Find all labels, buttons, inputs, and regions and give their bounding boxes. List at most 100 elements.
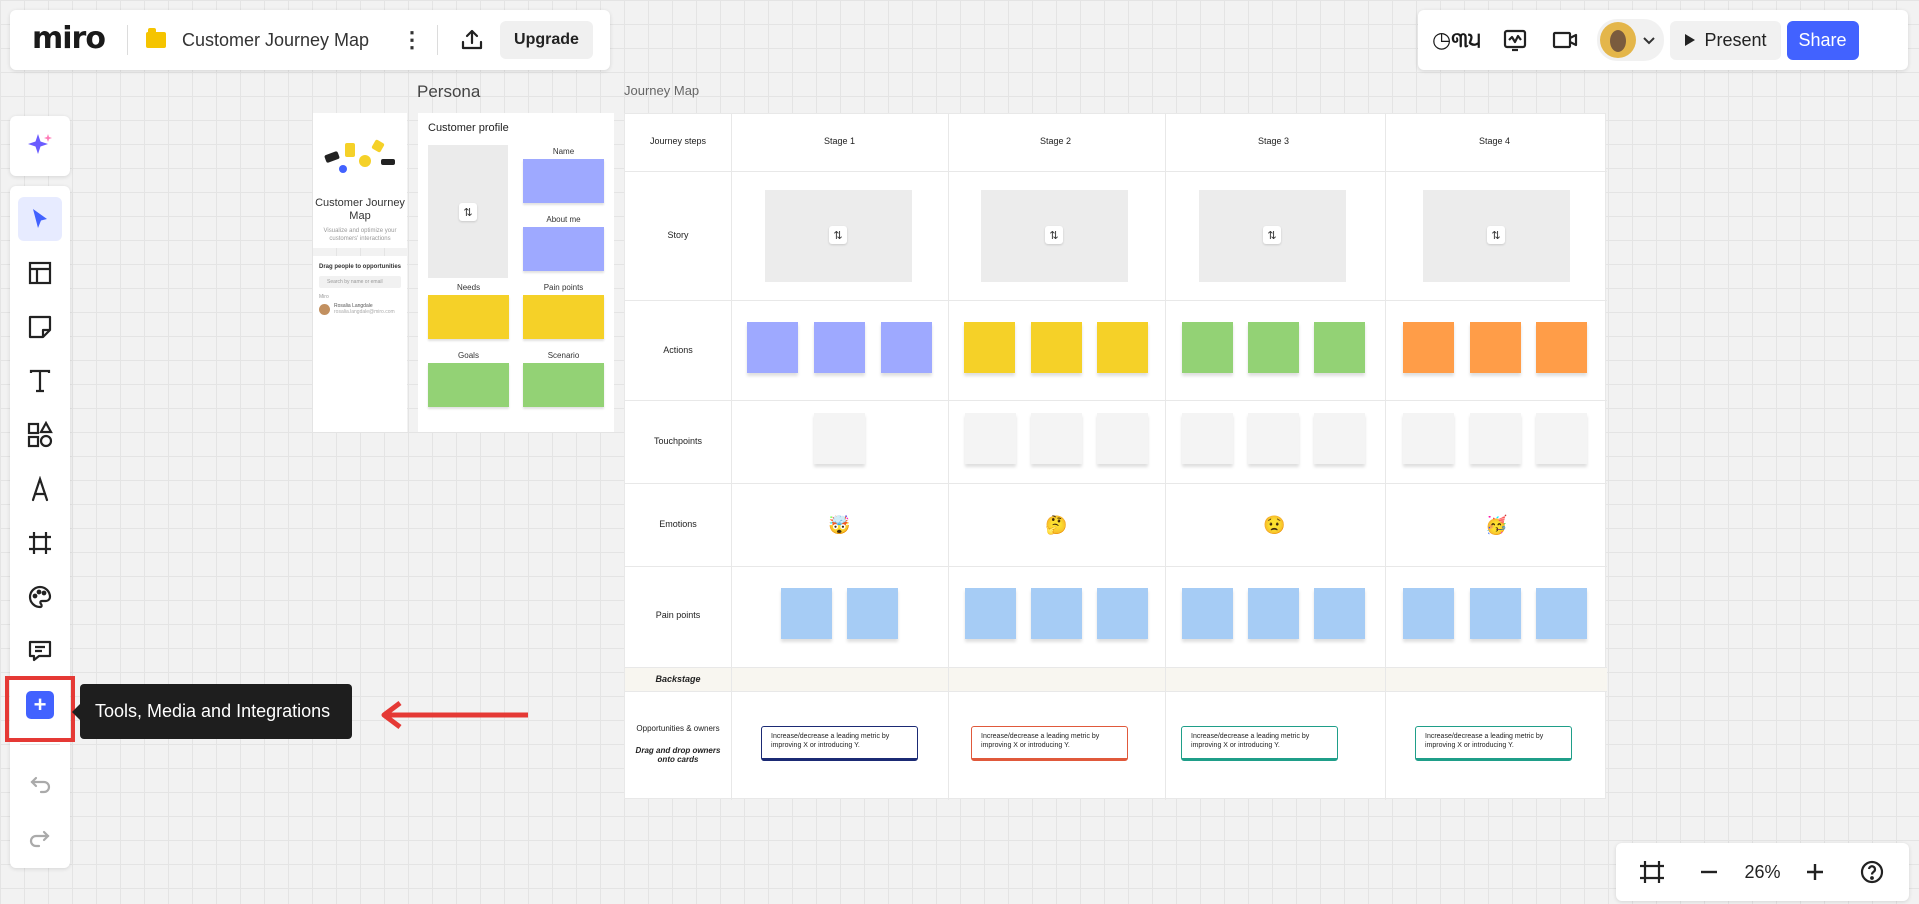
needs-sticky[interactable] (428, 295, 509, 339)
sticky-note-tool[interactable] (18, 305, 62, 349)
action-sticky[interactable] (964, 322, 1015, 373)
shapes-tool[interactable] (18, 413, 62, 457)
reactions-timer-icon[interactable]: ◷୩੫ (1426, 28, 1487, 53)
row-divider (625, 566, 1607, 567)
comment-tool[interactable] (18, 629, 62, 673)
frame-tool[interactable] (18, 521, 62, 565)
customer-profile-card[interactable]: Customer profile ⇅ Name About me Needs P… (418, 113, 614, 432)
row-label-backstage: Backstage (655, 674, 701, 684)
sparkle-icon[interactable] (25, 131, 55, 161)
zoom-in-button[interactable] (1793, 850, 1837, 894)
swap-image-icon[interactable]: ⇅ (1487, 226, 1505, 244)
select-tool[interactable] (18, 197, 62, 241)
undo-button[interactable] (18, 762, 62, 806)
help-button[interactable] (1850, 850, 1894, 894)
text-tool[interactable] (18, 359, 62, 403)
opportunity-card[interactable]: Increase/decrease a leading metric by im… (971, 726, 1128, 761)
profile-photo-placeholder[interactable]: ⇅ (428, 145, 508, 278)
swap-image-icon[interactable]: ⇅ (459, 203, 477, 221)
name-sticky[interactable] (523, 159, 604, 203)
pain-point-sticky[interactable] (1248, 588, 1299, 639)
touchpoint-sticky[interactable] (965, 413, 1016, 464)
emotion-emoji[interactable]: 😟 (1263, 516, 1285, 534)
export-button[interactable] (450, 18, 494, 62)
opportunity-card[interactable]: Increase/decrease a leading metric by im… (1415, 726, 1572, 761)
story-image-placeholder[interactable]: ⇅ (1199, 190, 1346, 282)
frame-fit-icon (1640, 861, 1665, 883)
miro-logo[interactable]: miro (20, 21, 115, 60)
action-sticky[interactable] (1403, 322, 1454, 373)
touchpoint-sticky[interactable] (1403, 413, 1454, 464)
activity-button[interactable] (1493, 18, 1537, 62)
pain-point-sticky[interactable] (965, 588, 1016, 639)
action-sticky[interactable] (1314, 322, 1365, 373)
swap-image-icon[interactable]: ⇅ (1263, 226, 1281, 244)
board-menu-button[interactable]: ⋮ (399, 29, 425, 51)
action-sticky[interactable] (1536, 322, 1587, 373)
action-sticky[interactable] (1031, 322, 1082, 373)
goals-sticky[interactable] (428, 363, 509, 407)
zoom-level[interactable]: 26% (1744, 862, 1780, 883)
action-sticky[interactable] (1182, 322, 1233, 373)
stage-header[interactable]: Stage 1 (824, 136, 855, 146)
story-image-placeholder[interactable]: ⇅ (1423, 190, 1570, 282)
stage-header[interactable]: Stage 3 (1258, 136, 1289, 146)
action-sticky[interactable] (881, 322, 932, 373)
stage-header[interactable]: Stage 4 (1479, 136, 1510, 146)
emotion-emoji[interactable]: 🤔 (1045, 516, 1067, 534)
pain-point-sticky[interactable] (1182, 588, 1233, 639)
stage-header[interactable]: Stage 2 (1040, 136, 1071, 146)
play-icon (1685, 34, 1696, 46)
person-item[interactable]: Rosalia Langdale rosalia.langdale@miro.c… (319, 303, 401, 315)
opportunity-card[interactable]: Increase/decrease a leading metric by im… (761, 726, 918, 761)
present-button[interactable]: Present (1670, 20, 1781, 60)
user-menu[interactable] (1597, 19, 1665, 61)
action-sticky[interactable] (814, 322, 865, 373)
story-image-placeholder[interactable]: ⇅ (981, 190, 1128, 282)
persona-frame-label[interactable]: Persona (417, 82, 480, 102)
about-sticky[interactable] (523, 227, 604, 271)
opportunity-card[interactable]: Increase/decrease a leading metric by im… (1181, 726, 1338, 761)
template-cover-card[interactable]: Customer Journey Map Visualize and optim… (313, 113, 407, 248)
touchpoint-sticky[interactable] (1182, 413, 1233, 464)
swap-image-icon[interactable]: ⇅ (829, 226, 847, 244)
action-sticky[interactable] (1248, 322, 1299, 373)
touchpoint-sticky[interactable] (1314, 413, 1365, 464)
pen-tool[interactable] (18, 467, 62, 511)
pain-point-sticky[interactable] (847, 588, 898, 639)
touchpoint-sticky[interactable] (1031, 413, 1082, 464)
journey-map-frame-label[interactable]: Journey Map (624, 83, 699, 98)
pain-point-sticky[interactable] (1470, 588, 1521, 639)
swap-image-icon[interactable]: ⇅ (1045, 226, 1063, 244)
redo-button[interactable] (18, 816, 62, 860)
board-title[interactable]: Customer Journey Map (182, 30, 369, 51)
pain-point-sticky[interactable] (1536, 588, 1587, 639)
pain-point-sticky[interactable] (781, 588, 832, 639)
emotion-emoji[interactable]: 🤯 (828, 516, 850, 534)
people-search-input[interactable]: Search by name or email (319, 276, 401, 288)
touchpoint-sticky[interactable] (814, 413, 865, 464)
emotion-emoji[interactable]: 🥳 (1485, 516, 1507, 534)
row-label-actions: Actions (663, 345, 693, 355)
touchpoint-sticky[interactable] (1097, 413, 1148, 464)
touchpoint-sticky[interactable] (1536, 413, 1587, 464)
action-sticky[interactable] (1470, 322, 1521, 373)
fit-to-screen-button[interactable] (1630, 850, 1674, 894)
action-sticky[interactable] (1097, 322, 1148, 373)
story-image-placeholder[interactable]: ⇅ (765, 190, 912, 282)
video-call-button[interactable] (1543, 18, 1587, 62)
pain-point-sticky[interactable] (1097, 588, 1148, 639)
pain-point-sticky[interactable] (1403, 588, 1454, 639)
templates-tool[interactable] (18, 251, 62, 295)
touchpoint-sticky[interactable] (1248, 413, 1299, 464)
touchpoint-sticky[interactable] (1470, 413, 1521, 464)
zoom-out-button[interactable] (1687, 850, 1731, 894)
upgrade-button[interactable]: Upgrade (500, 21, 593, 59)
pain-point-sticky[interactable] (1031, 588, 1082, 639)
pain-point-sticky[interactable] (1314, 588, 1365, 639)
action-sticky[interactable] (747, 322, 798, 373)
share-button[interactable]: Share (1786, 20, 1859, 60)
pain-sticky[interactable] (523, 295, 604, 339)
scenario-sticky[interactable] (523, 363, 604, 407)
stickers-tool[interactable] (18, 575, 62, 619)
